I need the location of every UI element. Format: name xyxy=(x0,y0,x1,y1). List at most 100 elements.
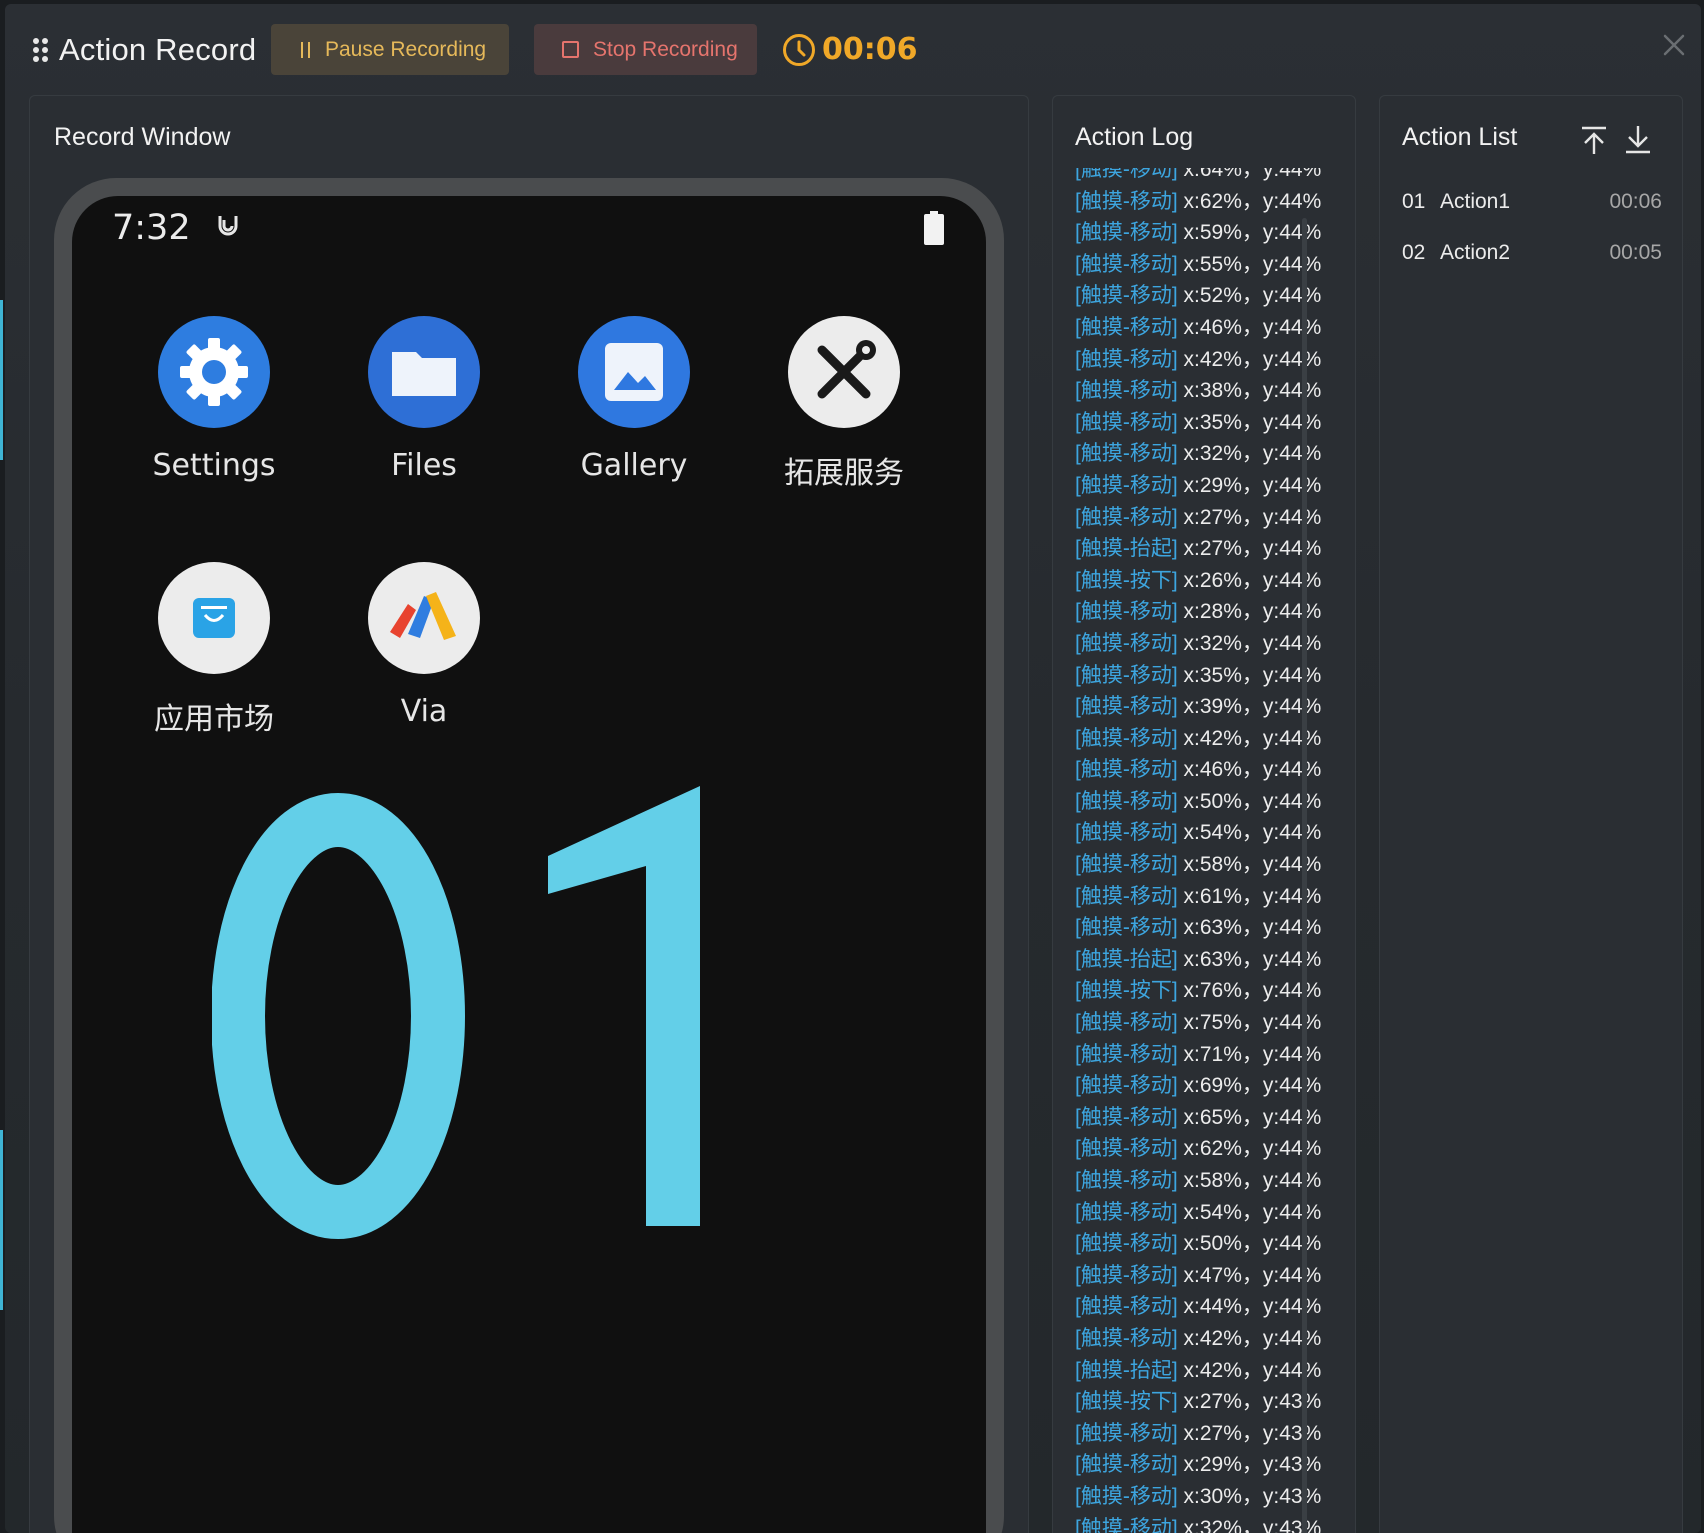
notification-icon xyxy=(218,216,238,236)
log-entry-type: [触摸-抬起] xyxy=(1075,1358,1178,1382)
phone-screen[interactable]: 7:32 Settings Files Gallery 拓展服务 应用市场 Vi… xyxy=(72,196,986,1533)
timer-value: 00:06 xyxy=(822,32,918,67)
window-title: Action Record xyxy=(59,32,257,67)
pause-recording-button[interactable]: Pause Recording xyxy=(271,24,509,75)
log-entry-coordinates: x:39%，y:44% xyxy=(1177,695,1322,719)
log-entry-type: [触摸-移动] xyxy=(1075,1421,1178,1445)
log-entry-type: [触摸-移动] xyxy=(1075,505,1178,529)
action-list-item[interactable]: 02 Action2 00:05 xyxy=(1402,241,1662,281)
app-label: Gallery xyxy=(580,448,688,483)
log-entry: [触摸-移动] x:62%，y:44% xyxy=(1075,186,1335,218)
log-entry-type: [触摸-移动] xyxy=(1075,1074,1178,1098)
log-entry-type: [触摸-移动] xyxy=(1075,1105,1178,1129)
log-entry-coordinates: x:46%，y:44% xyxy=(1177,315,1322,339)
log-entry-type: [触摸-移动] xyxy=(1075,884,1178,908)
log-entry-type: [触摸-移动] xyxy=(1075,1137,1178,1161)
log-entry-type: [触摸-移动] xyxy=(1075,1516,1178,1533)
log-entry-coordinates: x:54%，y:44% xyxy=(1177,1200,1322,1224)
log-entry: [触摸-抬起] x:42%，y:44% xyxy=(1075,1355,1335,1387)
tools-icon xyxy=(788,316,900,428)
log-entry-type: [触摸-移动] xyxy=(1075,284,1178,308)
log-entry: [触摸-抬起] x:63%，y:44% xyxy=(1075,944,1335,976)
log-entry-type: [触摸-按下] xyxy=(1075,1390,1178,1414)
log-entry-type: [触摸-移动] xyxy=(1075,1169,1178,1192)
log-entry: [触摸-移动] x:46%，y:44% xyxy=(1075,312,1335,344)
clock-widget-digits xyxy=(212,786,700,1239)
record-window-panel: Record Window 7:32 Settings Files Galler… xyxy=(29,95,1029,1533)
log-entry-coordinates: x:30%，y:43% xyxy=(1177,1484,1322,1508)
recording-timer: 00:06 xyxy=(782,32,918,67)
record-window-title: Record Window xyxy=(54,123,231,151)
log-entry-coordinates: x:62%，y:44% xyxy=(1177,189,1322,213)
log-entry-coordinates: x:50%，y:44% xyxy=(1177,789,1322,813)
app-app-store[interactable]: 应用市场 xyxy=(114,562,314,738)
log-entry: [触摸-移动] x:42%，y:44% xyxy=(1075,1323,1335,1355)
log-entry-coordinates: x:47%，y:44% xyxy=(1177,1263,1322,1287)
via-logo-icon xyxy=(368,562,480,674)
log-entry: [触摸-移动] x:35%，y:44% xyxy=(1075,407,1335,439)
log-entry: [触摸-移动] x:64%，y:44% xyxy=(1075,168,1335,186)
action-log-list[interactable]: [触摸-移动] x:64%，y:44% [触摸-移动] x:62%，y:44% [触… xyxy=(1075,168,1335,1533)
log-entry-type: [触摸-移动] xyxy=(1075,663,1178,687)
app-extension-services[interactable]: 拓展服务 xyxy=(744,316,944,492)
log-entry: [触摸-移动] x:59%，y:44% xyxy=(1075,217,1335,249)
app-via[interactable]: Via xyxy=(324,562,524,729)
log-entry: [触摸-移动] x:28%，y:44% xyxy=(1075,596,1335,628)
log-entry-type: [触摸-移动] xyxy=(1075,189,1178,213)
log-entry-type: [触摸-移动] xyxy=(1075,1263,1178,1287)
log-entry-type: [触摸-移动] xyxy=(1075,916,1178,940)
app-label: Settings xyxy=(152,448,276,483)
log-entry-type: [触摸-移动] xyxy=(1075,695,1178,719)
log-entry-type: [触摸-移动] xyxy=(1075,631,1178,655)
log-entry-coordinates: x:29%，y:44% xyxy=(1177,473,1322,497)
app-settings[interactable]: Settings xyxy=(114,316,314,483)
move-to-top-icon[interactable] xyxy=(1578,124,1610,156)
log-entry-coordinates: x:50%，y:44% xyxy=(1177,1232,1322,1256)
log-entry-coordinates: x:28%，y:44% xyxy=(1177,600,1322,624)
log-entry: [触摸-抬起] x:27%，y:44% xyxy=(1075,533,1335,565)
log-entry-coordinates: x:63%，y:44% xyxy=(1177,947,1322,971)
log-entry-type: [触摸-移动] xyxy=(1075,379,1178,403)
background-edge-accent xyxy=(0,1130,3,1310)
app-files[interactable]: Files xyxy=(324,316,524,483)
action-number: 01 xyxy=(1402,190,1426,213)
log-entry: [触摸-移动] x:65%，y:44% xyxy=(1075,1102,1335,1134)
log-entry-type: [触摸-移动] xyxy=(1075,442,1178,466)
pause-recording-label: Pause Recording xyxy=(325,37,487,61)
log-entry-type: [触摸-移动] xyxy=(1075,600,1178,624)
app-label: 拓展服务 xyxy=(784,456,904,491)
log-entry-type: [触摸-移动] xyxy=(1075,726,1178,750)
background-edge-accent xyxy=(0,300,3,460)
log-entry-type: [触摸-抬起] xyxy=(1075,947,1178,971)
phone-frame: 7:32 Settings Files Gallery 拓展服务 应用市场 Vi… xyxy=(54,178,1004,1533)
action-record-window: Action Record Pause Recording Stop Recor… xyxy=(5,4,1701,1533)
log-entry: [触摸-移动] x:35%，y:44% xyxy=(1075,660,1335,692)
app-label: 应用市场 xyxy=(154,702,274,737)
close-icon[interactable] xyxy=(1659,30,1689,60)
action-name: Action2 xyxy=(1440,241,1511,264)
log-entry: [触摸-移动] x:50%，y:44% xyxy=(1075,786,1335,818)
stop-recording-button[interactable]: Stop Recording xyxy=(534,24,757,75)
app-gallery[interactable]: Gallery xyxy=(534,316,734,483)
log-entry-coordinates: x:27%，y:43% xyxy=(1177,1390,1322,1414)
log-entry-type: [触摸-移动] xyxy=(1075,347,1178,371)
log-entry: [触摸-移动] x:29%，y:43% xyxy=(1075,1449,1335,1481)
title-bar[interactable]: Action Record Pause Recording Stop Recor… xyxy=(5,4,1701,90)
log-entry: [触摸-移动] x:69%，y:44% xyxy=(1075,1070,1335,1102)
log-entry: [触摸-移动] x:32%，y:44% xyxy=(1075,628,1335,660)
stop-recording-label: Stop Recording xyxy=(593,37,738,61)
log-entry: [触摸-移动] x:29%，y:44% xyxy=(1075,470,1335,502)
log-entry: [触摸-移动] x:38%，y:44% xyxy=(1075,375,1335,407)
log-entry-type: [触摸-按下] xyxy=(1075,979,1178,1003)
log-entry: [触摸-移动] x:42%，y:44% xyxy=(1075,344,1335,376)
log-entry-type: [触摸-移动] xyxy=(1075,758,1178,782)
log-entry-type: [触摸-移动] xyxy=(1075,1484,1178,1508)
log-entry-coordinates: x:63%，y:44% xyxy=(1177,916,1322,940)
log-entry-coordinates: x:27%，y:44% xyxy=(1177,505,1322,529)
download-icon[interactable] xyxy=(1622,124,1654,156)
log-entry: [触摸-移动] x:58%，y:44% xyxy=(1075,1165,1335,1197)
drag-handle-icon[interactable] xyxy=(33,38,49,64)
log-entry-type: [触摸-移动] xyxy=(1075,168,1178,181)
action-list-item[interactable]: 01 Action1 00:06 xyxy=(1402,190,1662,230)
action-log-scrollbar[interactable] xyxy=(1302,218,1307,1533)
